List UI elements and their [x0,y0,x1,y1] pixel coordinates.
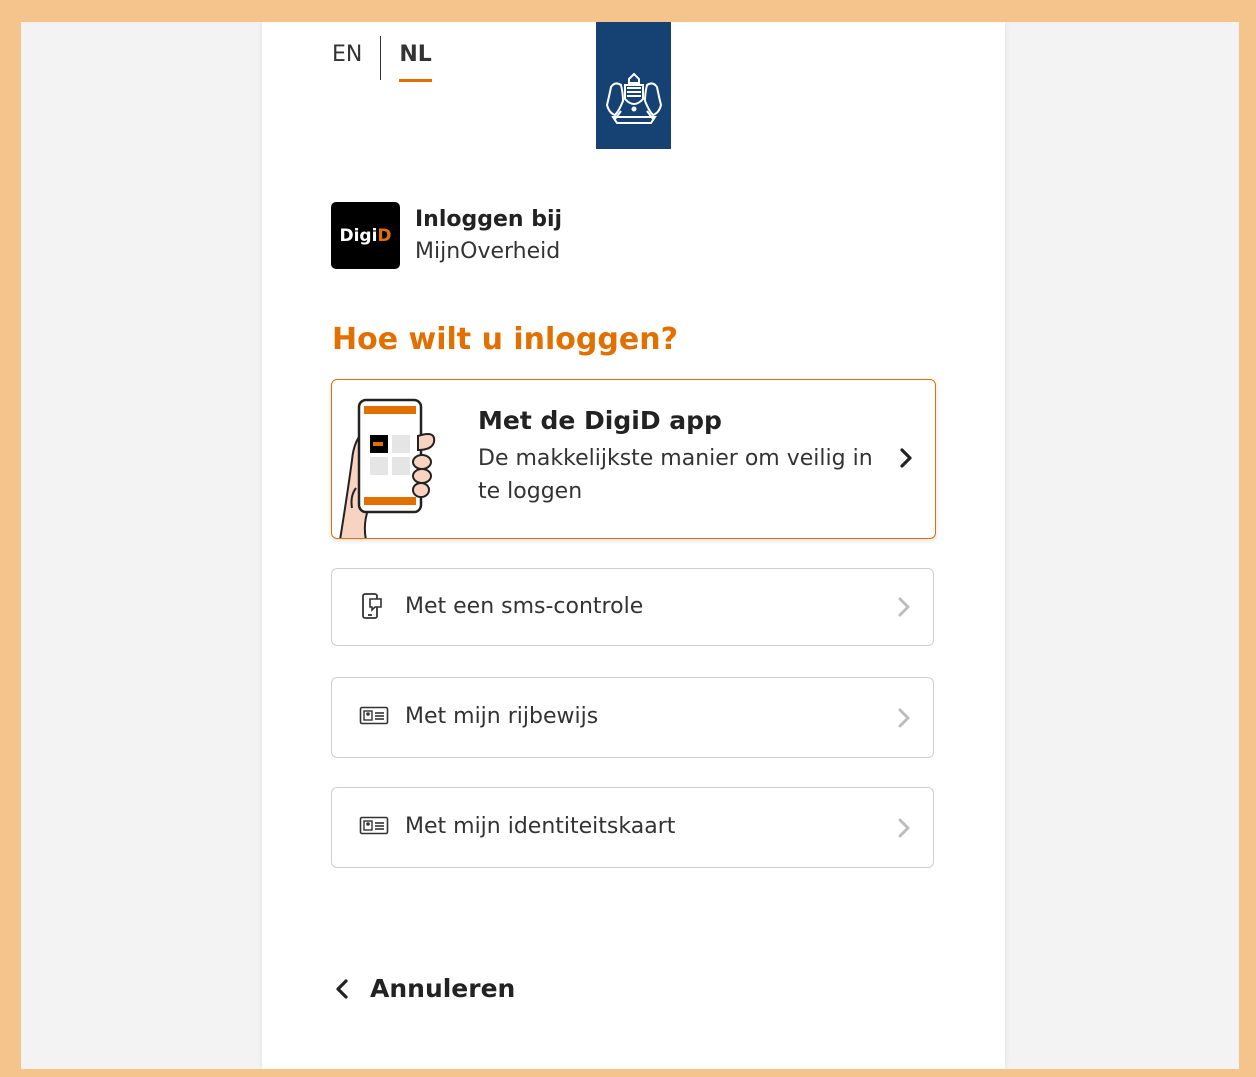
chevron-right-icon [900,448,912,468]
service-name: MijnOverheid [415,238,561,264]
chevron-left-icon [336,978,348,999]
sms-login-option[interactable]: Met een sms-controle [331,568,934,646]
service-text: Inloggen bij MijnOverheid [415,204,562,268]
language-nl-link[interactable]: NL [399,40,432,82]
digid-app-text: Met de DigiD app De makkelijkste manier … [478,404,888,508]
page-heading: Hoe wilt u inloggen? [332,322,678,357]
phone-in-hand-illustration [339,398,436,538]
id-card-icon [359,816,389,835]
chevron-right-icon [898,708,910,728]
service-title: Inloggen bij [415,206,563,232]
coat-of-arms-icon [605,72,662,124]
id-card-icon [359,706,389,725]
digid-app-description: De makkelijkste manier om veilig in te l… [478,446,873,504]
login-panel: EN NL Digi D Inloggen bij MijnOverheid H… [262,22,1005,1069]
language-switcher: EN NL [332,36,432,84]
language-divider [380,36,382,80]
digid-logo: Digi D [331,202,400,269]
drivers-license-login-option[interactable]: Met mijn rijbewijs [331,677,934,758]
digid-app-title: Met de DigiD app [478,406,722,435]
browser-viewport: EN NL Digi D Inloggen bij MijnOverheid H… [21,22,1239,1069]
sms-phone-icon [362,593,382,619]
cancel-label: Annuleren [370,974,516,1003]
drivers-license-option-label: Met mijn rijbewijs [405,704,599,729]
identity-card-login-option[interactable]: Met mijn identiteitskaart [331,787,934,868]
language-en-link[interactable]: EN [332,40,362,76]
cancel-link[interactable]: Annuleren [334,974,515,1003]
digid-logo-text-white: Digi [339,225,378,246]
digid-logo-text-orange: D [377,225,392,246]
rijksoverheid-logo [596,22,671,149]
identity-card-option-label: Met mijn identiteitskaart [405,814,676,839]
service-header: Digi D Inloggen bij MijnOverheid [331,202,562,269]
chevron-right-icon [898,597,910,617]
sms-option-label: Met een sms-controle [405,594,644,619]
chevron-right-icon [898,818,910,838]
digid-app-login-option[interactable]: Met de DigiD app De makkelijkste manier … [331,379,936,539]
